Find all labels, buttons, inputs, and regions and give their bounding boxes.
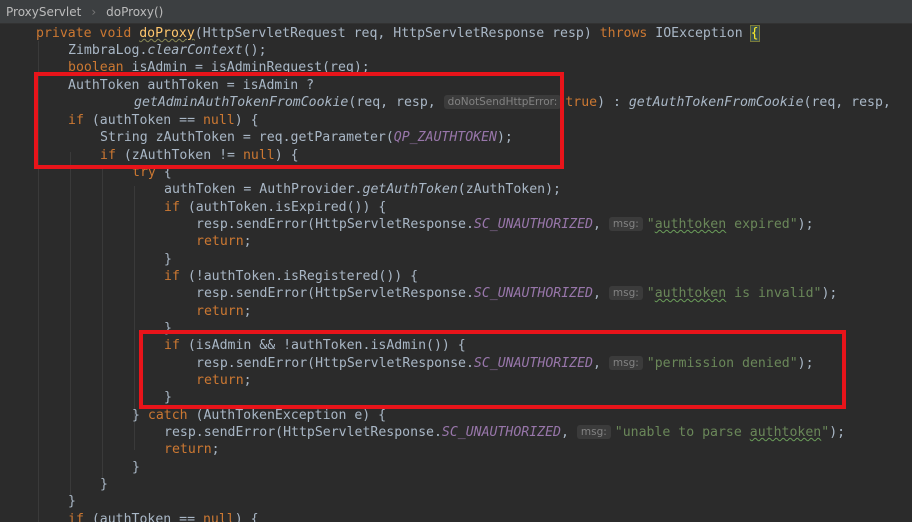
- parameter-hint: msg:: [576, 425, 611, 439]
- method-name-doproxy: doProxy: [139, 26, 195, 41]
- code-line: resp.sendError(HttpServletResponse.SC_UN…: [196, 286, 838, 301]
- code-line: if (authToken == null) {: [68, 512, 259, 522]
- parameter-hint: msg:: [608, 356, 643, 370]
- code-line: ZimbraLog.clearContext();: [68, 43, 267, 58]
- code-line: } catch (AuthTokenException e) {: [132, 408, 387, 423]
- code-line: resp.sendError(HttpServletResponse.SC_UN…: [196, 217, 814, 232]
- parameter-hint: msg:: [608, 286, 643, 300]
- code-line: return;: [196, 373, 252, 388]
- code-line: authToken = AuthProvider.getAuthToken(zA…: [164, 182, 561, 197]
- parameter-hint: msg:: [608, 217, 643, 231]
- indent-guide: [102, 169, 103, 479]
- code-line: boolean isAdmin = isAdminRequest(req);: [68, 60, 370, 75]
- code-line: if (authToken == null) {: [68, 113, 259, 128]
- code-line: }: [100, 477, 108, 492]
- code-line: }: [164, 252, 172, 267]
- code-line: getAdminAuthTokenFromCookie(req, resp, d…: [134, 95, 891, 110]
- indent-guide: [38, 41, 39, 522]
- matched-brace: {: [749, 25, 760, 42]
- indent-guide: [70, 152, 71, 498]
- code-line: }: [68, 494, 76, 509]
- breadcrumb-method[interactable]: doProxy(): [106, 0, 163, 24]
- code-line: AuthToken authToken = isAdmin ?: [68, 78, 315, 93]
- code-line: return;: [196, 234, 252, 249]
- breadcrumb-class[interactable]: ProxyServlet: [6, 0, 81, 24]
- code-line: resp.sendError(HttpServletResponse.SC_UN…: [196, 356, 814, 371]
- code-line: return;: [164, 442, 220, 457]
- code-line: String zAuthToken = req.getParameter(QP_…: [100, 130, 513, 145]
- code-line: try {: [132, 165, 172, 180]
- code-line: }: [164, 321, 172, 336]
- code-line: resp.sendError(HttpServletResponse.SC_UN…: [164, 425, 846, 440]
- code-line: if (isAdmin && !authToken.isAdmin()) {: [164, 338, 466, 353]
- code-editor[interactable]: private void doProxy(HttpServletRequest …: [0, 24, 912, 522]
- code-line: if (zAuthToken != null) {: [100, 148, 299, 163]
- breadcrumb-separator-icon: ›: [91, 5, 97, 19]
- parameter-hint: doNotSendHttpError:: [443, 95, 562, 109]
- code-line: if (!authToken.isRegistered()) {: [164, 269, 419, 284]
- code-line: }: [164, 390, 172, 405]
- code-line: private void doProxy(HttpServletRequest …: [36, 25, 760, 42]
- breadcrumb: ProxyServlet › doProxy(): [0, 0, 912, 24]
- code-line: return;: [196, 304, 252, 319]
- code-line: if (authToken.isExpired()) {: [164, 200, 387, 215]
- code-line: }: [132, 460, 140, 475]
